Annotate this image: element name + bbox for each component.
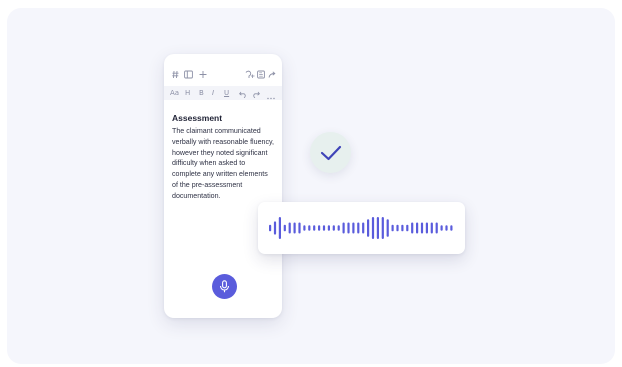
waveform-bar <box>322 225 326 231</box>
top-toolbar <box>164 70 282 82</box>
waveform-bar <box>313 225 316 231</box>
heading-button[interactable]: H <box>185 86 190 100</box>
body-line: complete any written elements <box>172 170 268 179</box>
waveform-bar <box>376 217 379 239</box>
checkmark-icon <box>320 145 341 160</box>
record-button[interactable] <box>212 274 237 299</box>
undo-icon[interactable] <box>239 89 247 103</box>
waveform-bar <box>406 224 409 232</box>
document-body[interactable]: The claimant communicated verbally with … <box>172 126 280 202</box>
waveform-bar <box>396 224 399 232</box>
redo-icon[interactable] <box>252 89 260 103</box>
plus-icon[interactable] <box>199 70 207 83</box>
body-line: however they noted significant <box>172 148 268 157</box>
hero-background <box>7 8 615 364</box>
waveform-bar <box>416 222 419 234</box>
waveform-bar <box>298 222 301 234</box>
audio-waveform <box>269 217 453 239</box>
body-line: The claimant communicated <box>172 127 261 135</box>
body-line: documentation. <box>172 191 221 200</box>
more-icon[interactable] <box>267 91 275 105</box>
waveform-bar <box>288 222 291 234</box>
waveform-bar <box>386 219 389 237</box>
body-line: of the pre-assessment <box>172 180 243 189</box>
document-heading: Assessment <box>172 113 223 123</box>
waveform-bar <box>411 222 414 234</box>
format-toolbar: Aa H B I U <box>164 86 282 100</box>
audio-waveform-card <box>258 202 465 254</box>
waveform-bar <box>347 222 350 234</box>
waveform-bar <box>362 222 365 234</box>
font-size-button[interactable]: Aa <box>170 86 179 100</box>
italic-button[interactable]: I <box>212 86 214 100</box>
waveform-bar <box>391 224 394 232</box>
waveform-bar <box>401 224 404 232</box>
waveform-bar <box>332 225 335 231</box>
waveform-bar <box>420 222 424 234</box>
waveform-bar <box>273 221 277 235</box>
waveform-bar <box>269 224 272 232</box>
sidebar-icon[interactable] <box>184 70 193 83</box>
microphone-icon <box>219 280 230 293</box>
waveform-bar <box>327 225 330 231</box>
body-line: difficulty when asked to <box>172 159 246 168</box>
waveform-bar <box>435 222 438 234</box>
waveform-bar <box>371 217 375 239</box>
waveform-bar <box>278 217 281 239</box>
bold-button[interactable]: B <box>199 86 204 100</box>
waveform-bar <box>342 222 345 234</box>
hash-icon[interactable] <box>172 70 179 83</box>
waveform-bar <box>367 219 370 237</box>
waveform-bar <box>293 222 296 234</box>
waveform-bar <box>303 225 306 231</box>
waveform-bar <box>381 217 384 239</box>
body-line: verbally with reasonable fluency, <box>172 137 274 146</box>
waveform-bar <box>440 225 443 231</box>
waveform-bar <box>318 225 321 231</box>
waveform-bar <box>308 225 311 231</box>
dictate-icon[interactable] <box>245 70 255 83</box>
success-badge <box>310 132 351 173</box>
share-icon[interactable] <box>268 70 276 83</box>
editor-panel: Aa H B I U Assessment The claimant commu… <box>164 54 282 318</box>
waveform-bar <box>357 222 360 234</box>
waveform-bar <box>337 225 340 231</box>
waveform-bar <box>425 222 428 234</box>
export-icon[interactable] <box>257 70 265 83</box>
waveform-bar <box>445 225 448 231</box>
waveform-bar <box>430 222 433 234</box>
waveform-bar <box>352 222 355 234</box>
waveform-bar <box>450 225 453 231</box>
underline-button[interactable]: U <box>224 86 229 100</box>
waveform-bar <box>283 224 286 232</box>
